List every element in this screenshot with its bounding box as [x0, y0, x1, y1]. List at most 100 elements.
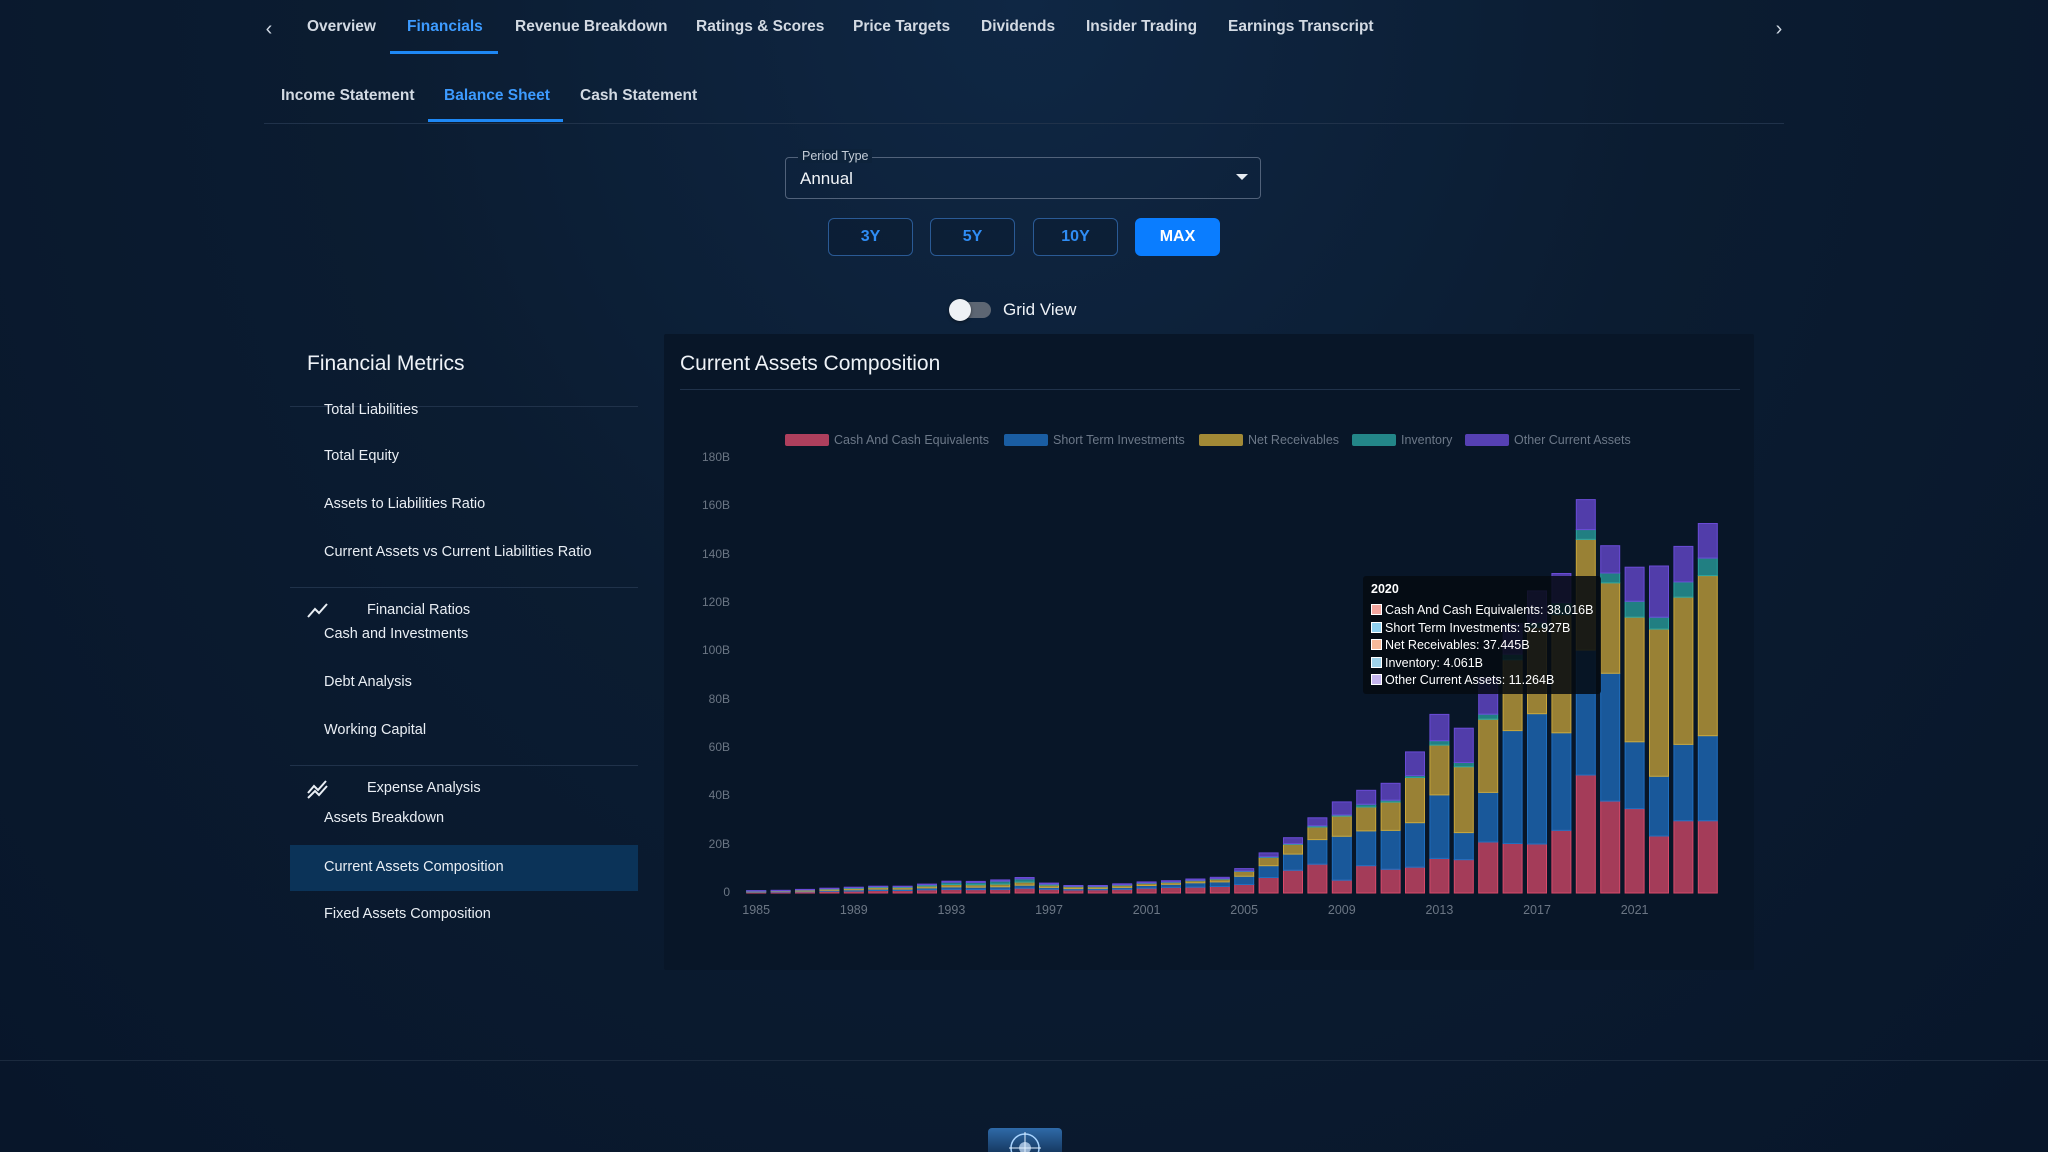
bar-segment-cash-and-cash-equivalents-2003[interactable] [1185, 886, 1206, 894]
bar-segment-net-receivables-2020[interactable] [1600, 582, 1621, 674]
bar-segment-cash-and-cash-equivalents-1998[interactable] [1063, 889, 1084, 894]
bar-segment-short-term-investments-2014[interactable] [1453, 832, 1474, 861]
bar-segment-cash-and-cash-equivalents-2013[interactable] [1429, 857, 1450, 894]
bar-segment-net-receivables-2007[interactable] [1283, 843, 1303, 855]
bar-segment-cash-and-cash-equivalents-1999[interactable] [1087, 889, 1108, 894]
bar-segment-other-current-assets-2013[interactable] [1429, 713, 1450, 742]
bar-segment-inventory-2013[interactable] [1429, 740, 1450, 746]
bar-segment-other-current-assets-2014[interactable] [1453, 727, 1474, 764]
bar-segment-other-current-assets-2012[interactable] [1405, 751, 1425, 777]
bar-segment-other-current-assets-1985[interactable] [746, 890, 767, 892]
bar-segment-short-term-investments-2016[interactable] [1502, 730, 1523, 844]
bar-segment-inventory-2023[interactable] [1673, 581, 1694, 598]
bar-segment-other-current-assets-1992[interactable] [917, 883, 937, 886]
bar-segment-cash-and-cash-equivalents-2002[interactable] [1161, 886, 1181, 894]
bar-segment-other-current-assets-2021[interactable] [1624, 566, 1645, 602]
bar-segment-cash-and-cash-equivalents-2015[interactable] [1478, 841, 1499, 894]
bar-segment-other-current-assets-1990[interactable] [868, 885, 889, 888]
bar-segment-cash-and-cash-equivalents-2011[interactable] [1380, 868, 1401, 894]
bar-segment-other-current-assets-2006[interactable] [1258, 852, 1279, 858]
bar-segment-net-receivables-2005[interactable] [1234, 871, 1255, 877]
bar-segment-short-term-investments-2011[interactable] [1380, 829, 1401, 870]
bar-segment-other-current-assets-1993[interactable] [941, 880, 962, 883]
bar-segment-other-current-assets-2005[interactable] [1234, 868, 1255, 872]
bar-segment-short-term-investments-2022[interactable] [1649, 775, 1669, 837]
bar-segment-other-current-assets-1989[interactable] [843, 886, 864, 889]
bar-segment-other-current-assets-2008[interactable] [1307, 817, 1328, 827]
bar-segment-cash-and-cash-equivalents-2019[interactable] [1575, 774, 1596, 894]
bar-segment-other-current-assets-2010[interactable] [1356, 789, 1377, 805]
bar-segment-net-receivables-2015[interactable] [1478, 718, 1499, 793]
bar-segment-cash-and-cash-equivalents-1996[interactable] [1014, 887, 1035, 894]
bar-segment-short-term-investments-2017[interactable] [1527, 713, 1547, 845]
bar-segment-cash-and-cash-equivalents-2008[interactable] [1307, 863, 1328, 894]
bar-segment-other-current-assets-2002[interactable] [1161, 880, 1181, 883]
bar-segment-cash-and-cash-equivalents-1994[interactable] [965, 889, 986, 894]
bar-segment-cash-and-cash-equivalents-2020[interactable] [1600, 800, 1621, 894]
bar-segment-other-current-assets-2000[interactable] [1112, 883, 1133, 886]
bar-segment-other-current-assets-2019[interactable] [1575, 499, 1596, 531]
bar-segment-short-term-investments-2021[interactable] [1624, 741, 1645, 810]
bar-segment-cash-and-cash-equivalents-2010[interactable] [1356, 865, 1377, 894]
bar-segment-cash-and-cash-equivalents-2023[interactable] [1673, 820, 1694, 894]
bar-segment-other-current-assets-2011[interactable] [1380, 782, 1401, 801]
bar-segment-short-term-investments-2023[interactable] [1673, 743, 1694, 822]
bar-segment-other-current-assets-2007[interactable] [1283, 837, 1303, 845]
bar-segment-cash-and-cash-equivalents-1992[interactable] [917, 889, 937, 894]
bar-segment-cash-and-cash-equivalents-2017[interactable] [1527, 843, 1547, 894]
bar-segment-other-current-assets-1998[interactable] [1063, 885, 1084, 887]
bar-segment-cash-and-cash-equivalents-1993[interactable] [941, 888, 962, 894]
bar-segment-other-current-assets-2004[interactable] [1209, 876, 1230, 880]
bar-segment-short-term-investments-2010[interactable] [1356, 830, 1377, 867]
bar-segment-cash-and-cash-equivalents-1995[interactable] [990, 888, 1011, 894]
bar-segment-short-term-investments-2020[interactable] [1600, 672, 1621, 802]
bar-segment-short-term-investments-2009[interactable] [1331, 835, 1352, 881]
bar-segment-other-current-assets-2023[interactable] [1673, 545, 1694, 583]
bar-segment-short-term-investments-2003[interactable] [1185, 882, 1206, 888]
bar-segment-inventory-2019[interactable] [1575, 529, 1596, 540]
bar-segment-short-term-investments-2015[interactable] [1478, 792, 1499, 843]
bar-segment-cash-and-cash-equivalents-2022[interactable] [1649, 835, 1669, 894]
bar-segment-short-term-investments-2005[interactable] [1234, 875, 1255, 885]
bar-segment-other-current-assets-2009[interactable] [1331, 801, 1352, 816]
bar-segment-inventory-2024[interactable] [1697, 557, 1718, 577]
bar-segment-other-current-assets-1988[interactable] [819, 887, 840, 890]
bar-segment-cash-and-cash-equivalents-2007[interactable] [1283, 869, 1303, 894]
bar-segment-short-term-investments-2008[interactable] [1307, 839, 1328, 865]
bar-segment-other-current-assets-2001[interactable] [1136, 881, 1157, 884]
bar-segment-short-term-investments-2004[interactable] [1209, 881, 1230, 888]
bar-segment-cash-and-cash-equivalents-2014[interactable] [1453, 859, 1474, 894]
bar-segment-short-term-investments-2013[interactable] [1429, 794, 1450, 860]
bar-segment-other-current-assets-2020[interactable] [1600, 545, 1621, 574]
bar-segment-other-current-assets-1991[interactable] [892, 885, 913, 888]
bar-segment-short-term-investments-2007[interactable] [1283, 853, 1303, 871]
bar-segment-inventory-2015[interactable] [1478, 713, 1499, 720]
bar-segment-other-current-assets-2003[interactable] [1185, 878, 1206, 881]
bar-segment-other-current-assets-1986[interactable] [770, 889, 791, 892]
bar-segment-cash-and-cash-equivalents-2018[interactable] [1551, 829, 1572, 894]
bar-segment-inventory-2021[interactable] [1624, 600, 1645, 618]
bar-segment-short-term-investments-2012[interactable] [1405, 822, 1425, 868]
bar-segment-cash-and-cash-equivalents-2005[interactable] [1234, 884, 1255, 894]
bar-segment-net-receivables-2009[interactable] [1331, 815, 1352, 837]
bar-segment-other-current-assets-1999[interactable] [1087, 885, 1108, 887]
bar-segment-inventory-2014[interactable] [1453, 762, 1474, 768]
bar-segment-cash-and-cash-equivalents-2000[interactable] [1112, 888, 1133, 894]
bar-segment-net-receivables-2024[interactable] [1697, 575, 1718, 737]
bar-segment-inventory-1996[interactable] [1014, 878, 1035, 883]
bar-segment-net-receivables-2013[interactable] [1429, 744, 1450, 796]
bar-segment-cash-and-cash-equivalents-2001[interactable] [1136, 887, 1157, 894]
bar-segment-inventory-2022[interactable] [1649, 616, 1669, 630]
bar-segment-cash-and-cash-equivalents-2021[interactable] [1624, 808, 1645, 894]
bar-segment-cash-and-cash-equivalents-2024[interactable] [1697, 820, 1718, 894]
bar-segment-other-current-assets-1987[interactable] [795, 888, 815, 891]
bar-segment-other-current-assets-1996[interactable] [1014, 877, 1035, 880]
bar-segment-net-receivables-2006[interactable] [1258, 857, 1279, 867]
bar-segment-other-current-assets-1995[interactable] [990, 879, 1011, 882]
bar-segment-net-receivables-2012[interactable] [1405, 777, 1425, 824]
bar-segment-net-receivables-2021[interactable] [1624, 616, 1645, 743]
bar-segment-short-term-investments-2024[interactable] [1697, 735, 1718, 822]
bar-segment-net-receivables-2010[interactable] [1356, 806, 1377, 832]
bar-segment-cash-and-cash-equivalents-1997[interactable] [1039, 888, 1059, 894]
bar-segment-net-receivables-2011[interactable] [1380, 801, 1401, 831]
